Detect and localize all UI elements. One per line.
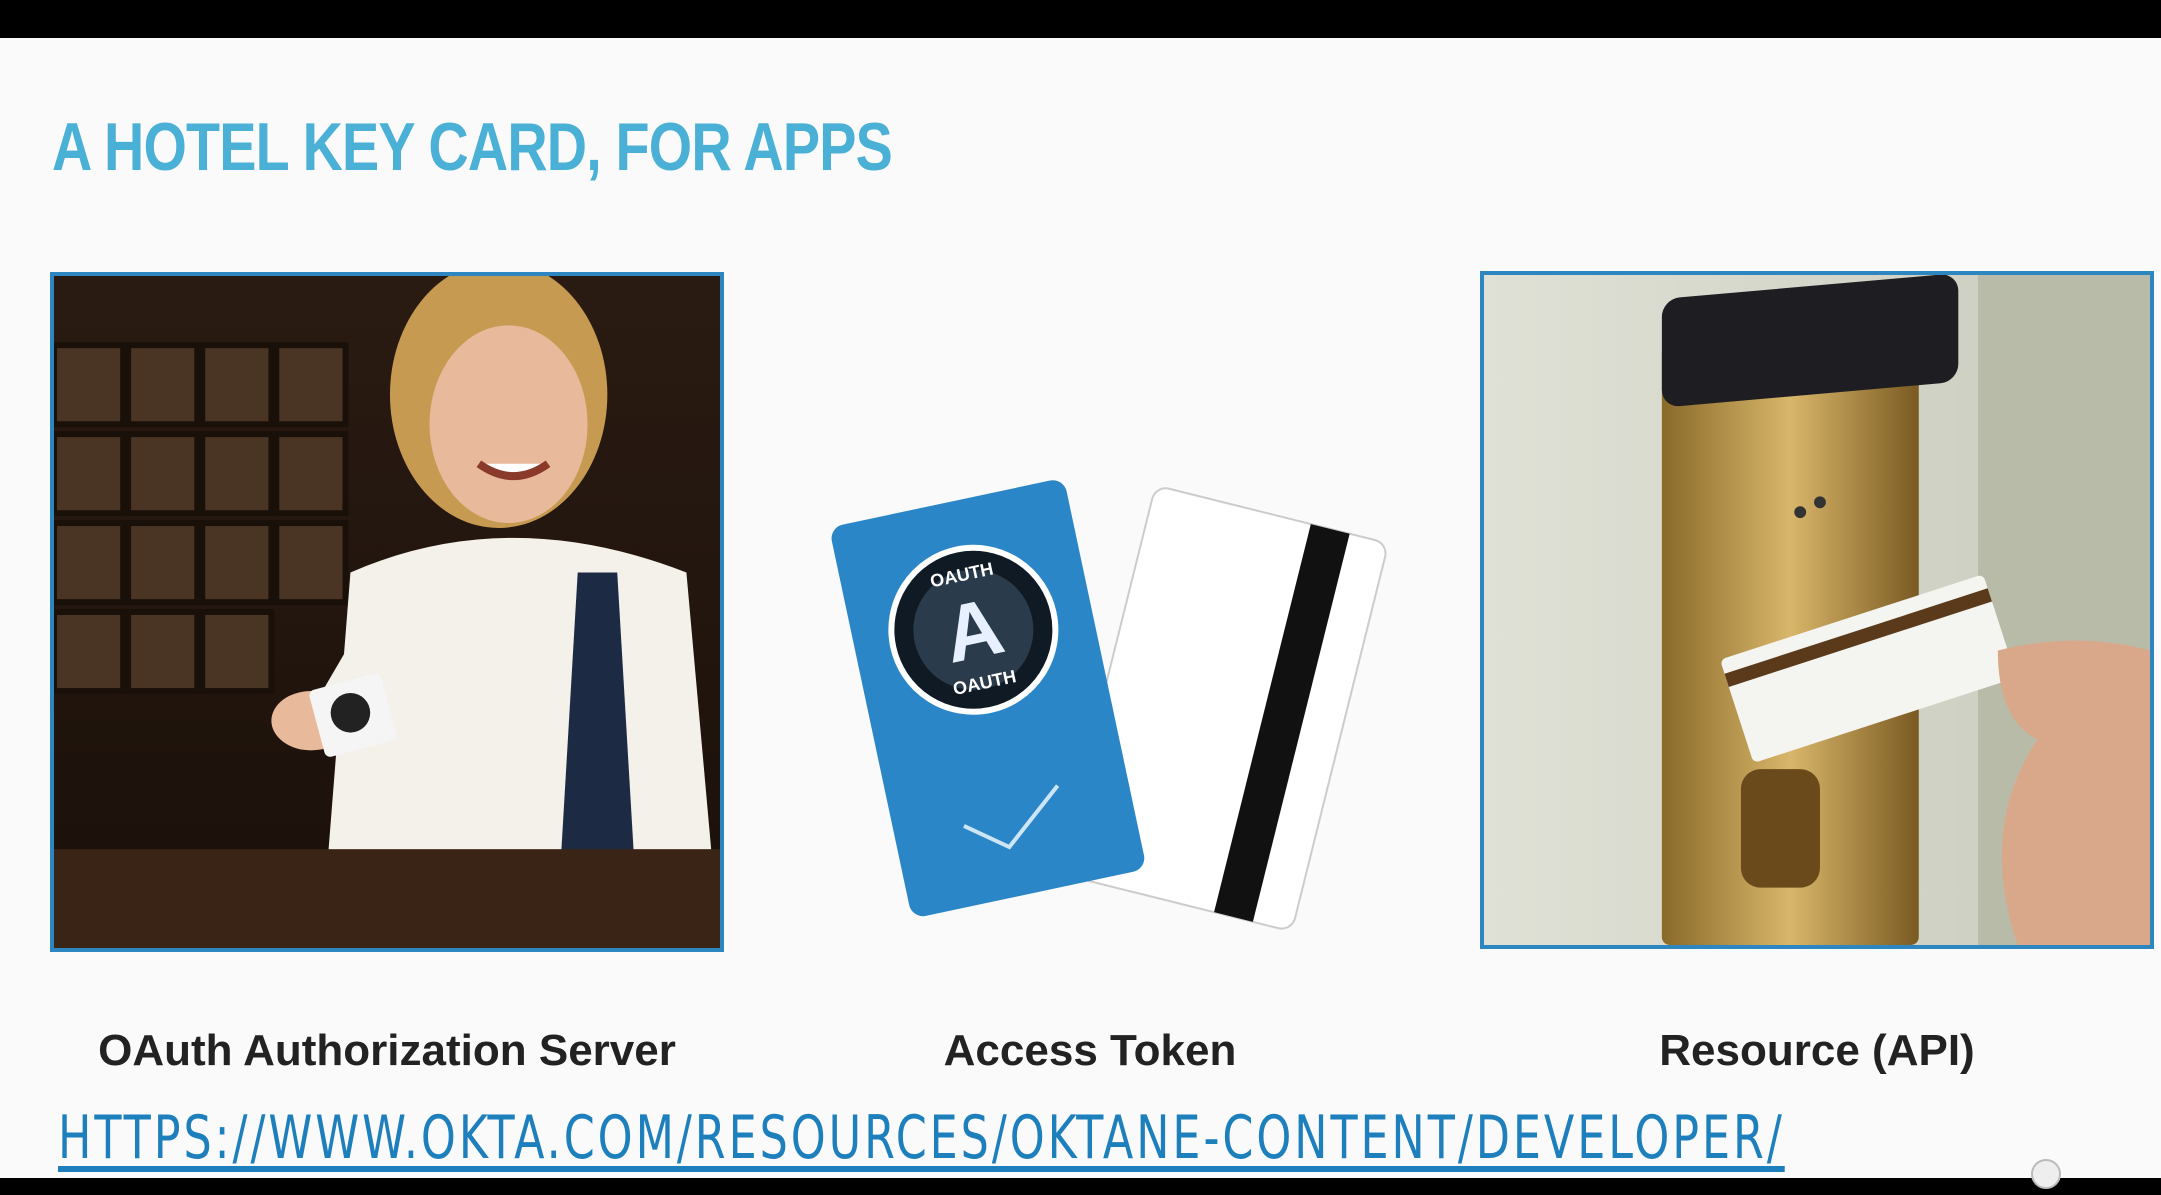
okta-resources-link[interactable]: HTTPS://WWW.OKTA.COM/RESOURCES/OKTANE-CO…	[58, 1103, 1785, 1173]
caption-authorization-server: OAuth Authorization Server	[98, 1026, 676, 1075]
authorization-server-image	[50, 272, 724, 952]
caption-resource-api: Resource (API)	[1659, 1026, 1975, 1075]
access-token-illustration: OAUTH OAUTH A	[830, 478, 1390, 938]
scroll-indicator-icon	[2031, 1159, 2061, 1189]
slide-title: A HOTEL KEY CARD, FOR APPS	[52, 109, 893, 185]
resource-api-image	[1480, 271, 2154, 949]
presentation-slide: A HOTEL KEY CARD, FOR APPS OAUTH OAUTH A…	[0, 38, 2161, 1178]
caption-access-token: Access Token	[943, 1026, 1237, 1075]
